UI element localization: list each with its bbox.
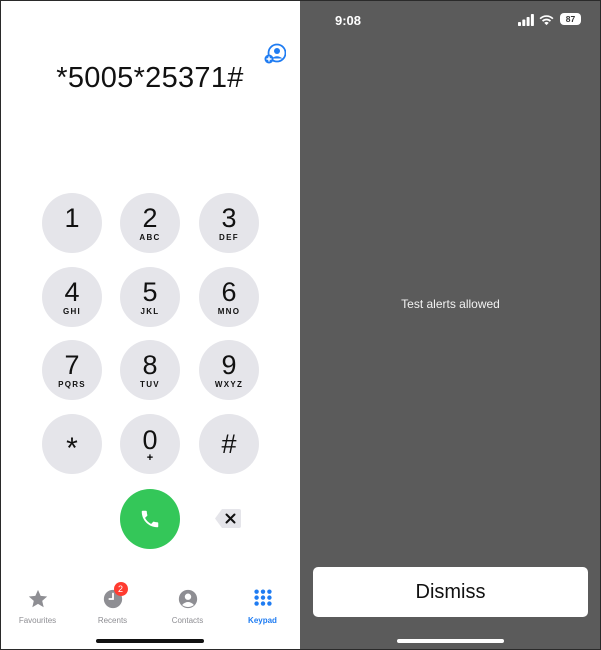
screenshot-border (0, 0, 601, 650)
